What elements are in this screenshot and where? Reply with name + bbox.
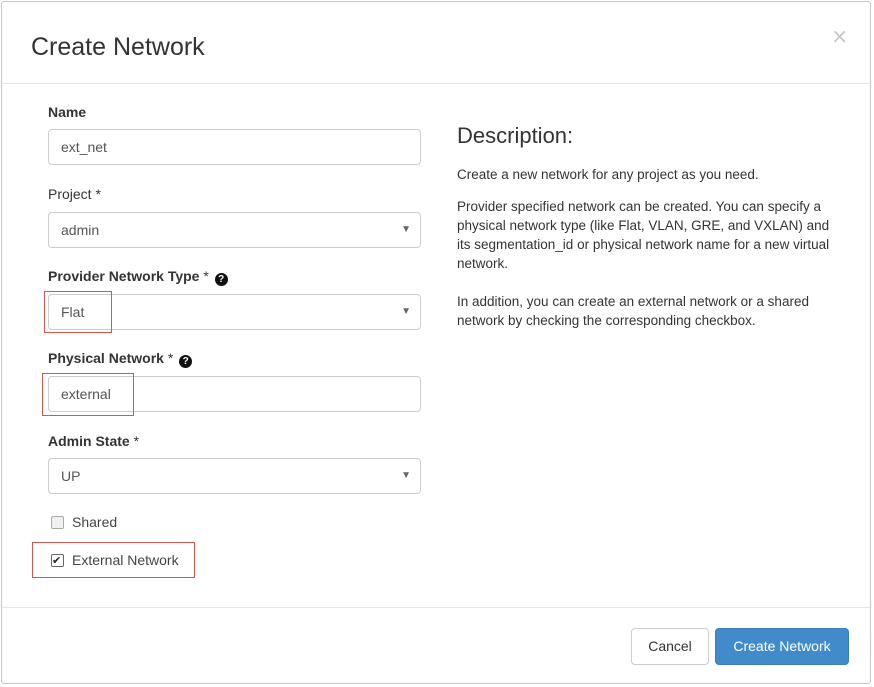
close-icon[interactable]: × xyxy=(831,26,848,46)
description-paragraph: Create a new network for any project as … xyxy=(457,167,759,182)
caret-down-icon: ▼ xyxy=(401,470,411,481)
modal-header: Create Network × xyxy=(2,2,870,84)
physical-network-label: Physical Network * ? xyxy=(48,349,193,368)
required-mark: * xyxy=(167,350,174,366)
provider-network-type-select[interactable]: Flat ▼ xyxy=(48,294,421,330)
description-paragraph: Provider specified network can be create… xyxy=(457,199,830,271)
name-input[interactable]: ext_net xyxy=(48,129,421,165)
cancel-button[interactable]: Cancel xyxy=(631,628,709,665)
required-mark: * xyxy=(95,186,101,202)
project-select[interactable]: admin ▼ xyxy=(48,212,421,248)
physical-network-input[interactable]: external xyxy=(48,376,421,412)
shared-checkbox[interactable] xyxy=(51,516,64,529)
admin-state-select[interactable]: UP ▼ xyxy=(48,458,421,494)
caret-down-icon: ▼ xyxy=(401,306,411,317)
create-network-modal: Create Network × Name ext_net Project * … xyxy=(1,1,871,684)
project-select-value: admin xyxy=(61,222,100,238)
name-label: Name xyxy=(48,103,86,121)
shared-label: Shared xyxy=(72,514,118,530)
external-network-checkbox[interactable] xyxy=(51,552,64,570)
shared-checkbox-row[interactable]: Shared xyxy=(51,513,117,531)
question-circle-icon[interactable]: ? xyxy=(214,273,228,286)
external-network-label: External Network xyxy=(72,552,179,568)
admin-state-label-text: Admin State xyxy=(48,433,130,449)
admin-state-select-value: UP xyxy=(61,468,81,484)
modal-title: Create Network xyxy=(31,33,205,61)
description-paragraph: In addition, you can create an external … xyxy=(457,294,809,328)
project-label-text: Project xyxy=(48,186,92,202)
project-label: Project * xyxy=(48,185,101,203)
modal-footer: Cancel Create Network xyxy=(2,607,870,683)
provider-network-type-label: Provider Network Type * ? xyxy=(48,267,228,286)
provider-network-type-label-text: Provider Network Type xyxy=(48,268,200,284)
question-circle-icon[interactable]: ? xyxy=(179,355,193,368)
required-mark: * xyxy=(203,268,209,284)
provider-network-type-select-value: Flat xyxy=(61,304,85,320)
caret-down-icon: ▼ xyxy=(401,224,411,235)
admin-state-label: Admin State * xyxy=(48,432,139,450)
physical-network-label-text: Physical Network xyxy=(48,350,164,366)
required-mark: * xyxy=(133,433,140,449)
create-network-button[interactable]: Create Network xyxy=(715,628,849,665)
external-network-checkbox-row[interactable]: External Network xyxy=(51,551,179,570)
name-label-text: Name xyxy=(48,104,87,120)
description-title: Description: xyxy=(457,123,574,148)
